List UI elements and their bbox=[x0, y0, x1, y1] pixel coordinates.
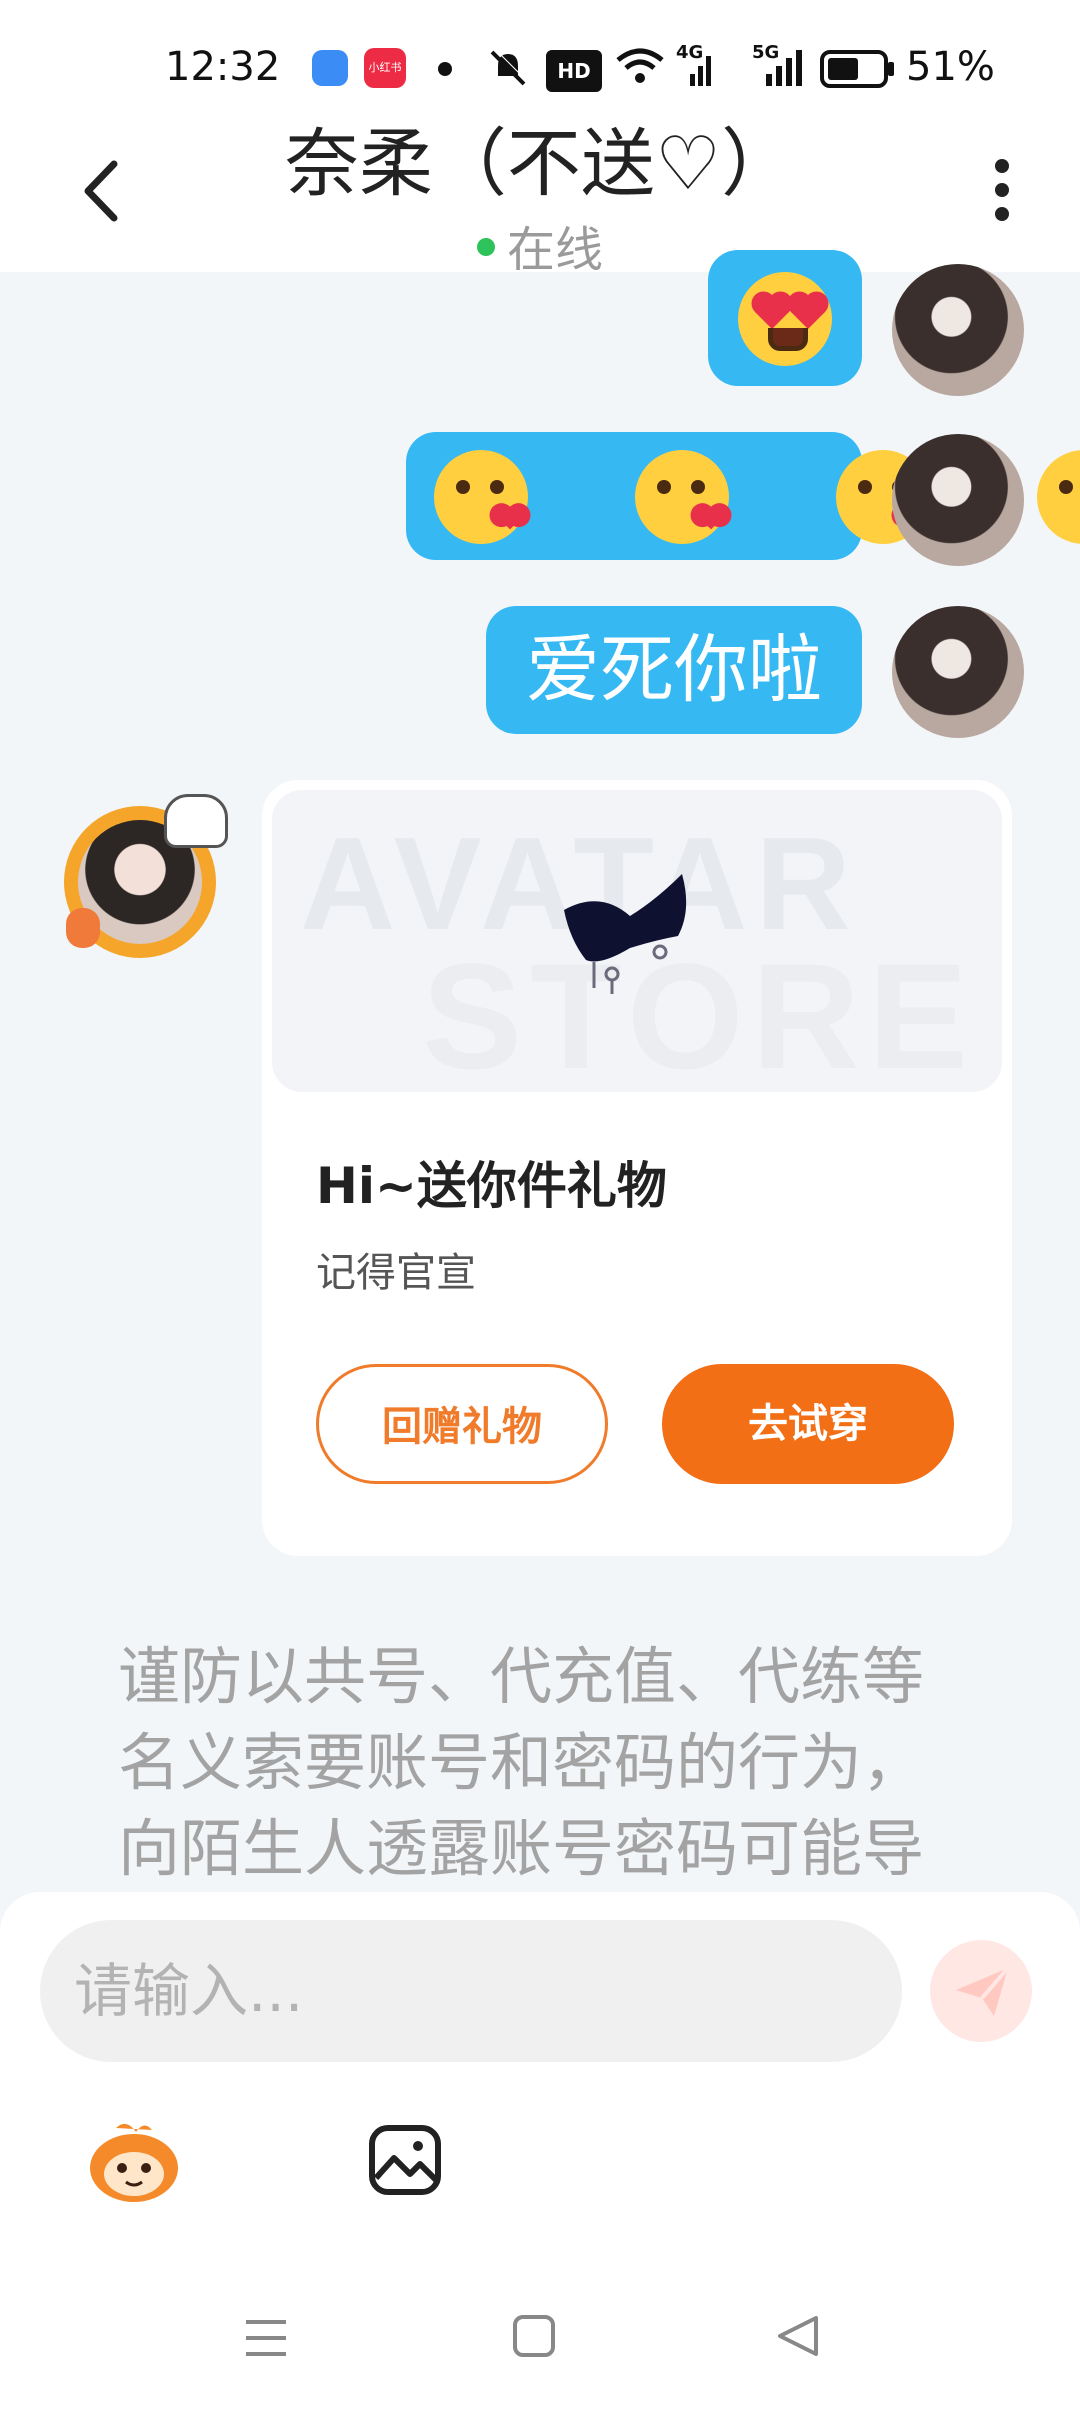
signal-4g-icon bbox=[686, 48, 716, 92]
app-icon bbox=[312, 50, 348, 86]
security-warning: 谨防以共号、代充值、代练等 名义索要账号和密码的行为， 向陌生人透露账号密码可能… bbox=[118, 1634, 968, 1892]
clock: 12:32 bbox=[165, 44, 281, 90]
battery-percent: 51% bbox=[906, 44, 995, 90]
warning-line: 向陌生人透露账号密码可能导 bbox=[118, 1812, 925, 1885]
online-status-label: 在线 bbox=[506, 222, 603, 278]
menu-nav-icon[interactable] bbox=[244, 2316, 288, 2364]
message-bubble-emoji[interactable] bbox=[406, 432, 1080, 560]
mute-icon bbox=[486, 46, 530, 94]
gift-card-subtitle: 记得官宣 bbox=[316, 1250, 476, 1296]
my-avatar[interactable] bbox=[892, 434, 1024, 566]
wifi-icon bbox=[614, 44, 666, 92]
gift-item-icon bbox=[564, 874, 687, 994]
heart-eyes-emoji-icon bbox=[738, 272, 832, 366]
notification-dot-icon bbox=[438, 62, 452, 76]
battery-icon bbox=[820, 50, 896, 92]
message-bubble-text[interactable]: 爱死你啦 bbox=[486, 606, 862, 734]
home-nav-icon[interactable] bbox=[512, 2314, 556, 2362]
kiss-emoji-icon bbox=[635, 450, 730, 544]
back-nav-icon[interactable] bbox=[776, 2314, 820, 2362]
image-picker-icon[interactable] bbox=[368, 2124, 442, 2196]
my-avatar[interactable] bbox=[892, 606, 1024, 738]
kiss-emoji-icon bbox=[434, 450, 528, 544]
warning-line: 谨防以共号、代充值、代练等 bbox=[118, 1640, 925, 1713]
carrot-decoration-icon bbox=[66, 908, 100, 948]
message-input[interactable] bbox=[40, 1920, 902, 2062]
try-on-button[interactable]: 去试穿 bbox=[662, 1364, 954, 1484]
gift-image[interactable]: AVATAR STORE bbox=[272, 790, 1002, 1092]
chat-title: 奈柔（不送♡） bbox=[284, 121, 796, 207]
kiss-emoji-icon bbox=[1037, 450, 1080, 544]
warning-line: 名义索要账号和密码的行为， bbox=[118, 1726, 925, 1799]
my-avatar[interactable] bbox=[892, 264, 1024, 396]
cat-decoration-icon bbox=[164, 794, 228, 848]
send-icon bbox=[956, 1966, 1010, 2016]
signal-5g-icon bbox=[762, 48, 806, 92]
sticker-icon[interactable] bbox=[86, 2118, 182, 2204]
contact-avatar-frame[interactable] bbox=[64, 794, 228, 958]
return-gift-button[interactable]: 回赠礼物 bbox=[316, 1364, 608, 1484]
online-status: 在线 bbox=[0, 210, 1080, 280]
gift-card-title: Hi~送你件礼物 bbox=[316, 1157, 667, 1215]
xiaohongshu-icon: 小红书 bbox=[364, 48, 406, 88]
send-button[interactable] bbox=[930, 1940, 1032, 2042]
hd-icon: HD bbox=[546, 50, 602, 92]
online-dot-icon bbox=[476, 238, 495, 256]
more-options-icon[interactable] bbox=[990, 158, 1014, 226]
message-bubble-emoji[interactable] bbox=[708, 250, 862, 386]
